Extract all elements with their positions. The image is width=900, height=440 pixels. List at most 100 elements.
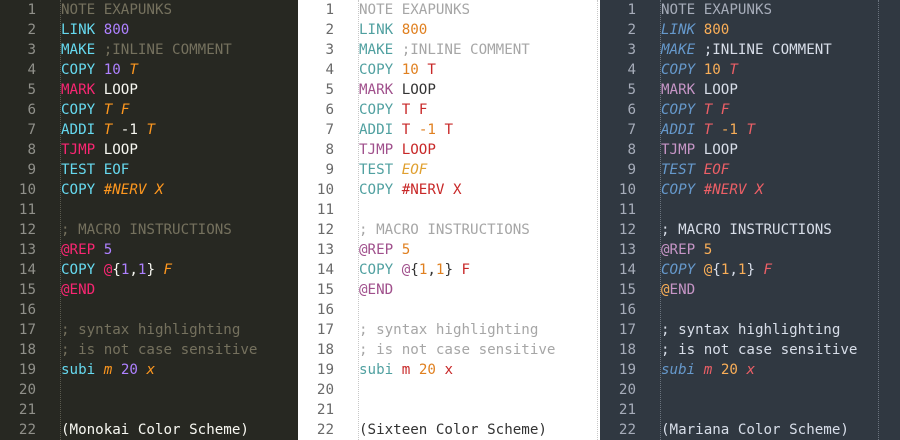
code-token: ADDI — [661, 122, 696, 138]
ruler-guide — [597, 0, 598, 440]
code-token: 5 — [703, 242, 713, 258]
code-token: EOF — [703, 162, 730, 178]
line-number: 14 — [618, 262, 636, 278]
code-token: MARK — [61, 82, 96, 98]
line-number: 21 — [618, 402, 636, 418]
code-token: @END — [61, 282, 96, 298]
code-token: #NERV — [103, 182, 147, 198]
code-token: , — [427, 262, 436, 278]
editor-pane-monokai[interactable]: 1 NOTE EXAPUNKS 2 LINK 800 3 MAKE ;INLINE COM… — [0, 0, 298, 440]
code-token: ;INLINE COMMENT — [393, 42, 530, 58]
line-number: 22 — [18, 422, 36, 438]
code-token: COPY — [661, 102, 696, 118]
code-token: -1 — [112, 122, 138, 138]
code-token: EOF — [95, 162, 130, 178]
code-token: X — [452, 182, 462, 198]
code-token: EOF — [401, 162, 428, 178]
code-token: REP — [69, 242, 96, 258]
code-token: 800 — [401, 22, 428, 38]
code-text: LINK 800 — [661, 20, 729, 40]
code-token: ;INLINE COMMENT — [695, 42, 832, 58]
code-token: MARK — [661, 82, 696, 98]
editor-pane-mariana[interactable]: 1 NOTE EXAPUNKS 2 LINK 800 3 MAKE ;INLINE COM… — [600, 0, 900, 440]
code-token: ; syntax highlighting — [661, 322, 841, 338]
code-text: COPY #NERV X — [359, 180, 462, 200]
code-token: TEST — [661, 162, 696, 178]
code-token: COPY — [61, 62, 96, 78]
code-token: 20 — [120, 362, 138, 378]
code-token: ADDI — [359, 122, 394, 138]
code-token: COPY — [61, 102, 96, 118]
code-token: X — [754, 182, 764, 198]
code-token: ADDI — [61, 122, 96, 138]
code-token: 10 — [703, 62, 721, 78]
code-token: x — [746, 362, 755, 378]
code-token: { — [112, 262, 121, 278]
code-text: COPY 10 T — [359, 60, 436, 80]
line-number: 7 — [627, 122, 636, 138]
code-token: ; MACRO INSTRUCTIONS — [61, 222, 232, 238]
code-token: @ — [61, 242, 70, 258]
line-number: 12 — [316, 222, 334, 238]
code-token: T — [401, 102, 411, 118]
code-token: T — [746, 122, 755, 138]
line-number: 11 — [618, 202, 636, 218]
code-token: ; MACRO INSTRUCTIONS — [359, 222, 530, 238]
code-text: ; syntax highlighting — [359, 320, 538, 340]
code-token: LOOP — [695, 142, 738, 158]
line-number: 15 — [618, 282, 636, 298]
line-number: 15 — [18, 282, 36, 298]
code-text: MARK LOOP — [61, 80, 138, 100]
code-token: 800 — [103, 22, 130, 38]
code-text: @END — [661, 280, 695, 300]
code-token: -1 — [720, 122, 738, 138]
line-number: 6 — [627, 102, 636, 118]
code-token: F — [418, 102, 428, 118]
line-number: 8 — [27, 142, 36, 158]
code-text: COPY T F — [661, 100, 729, 120]
code-token: #NERV — [703, 182, 747, 198]
code-token: F — [163, 262, 173, 278]
code-token: COPY — [61, 182, 96, 198]
line-number: 17 — [618, 322, 636, 338]
code-text: ; syntax highlighting — [61, 320, 240, 340]
code-token: 5 — [401, 242, 411, 258]
ruler-guide — [878, 0, 879, 440]
code-token: 20 — [418, 362, 436, 378]
line-number: 21 — [18, 402, 36, 418]
editor-pane-sixteen[interactable]: 1 NOTE EXAPUNKS 2 LINK 800 3 MAKE ;INLINE COM… — [298, 0, 600, 440]
line-number: 6 — [27, 102, 36, 118]
line-number: 10 — [18, 182, 36, 198]
code-token: COPY — [359, 102, 394, 118]
line-number: 4 — [27, 62, 36, 78]
code-token: LOOP — [393, 82, 436, 98]
code-text: MAKE ;INLINE COMMENT — [661, 40, 832, 60]
code-text: subi m 20 x — [359, 360, 453, 380]
code-text: (Sixteen Color Scheme) — [359, 420, 547, 440]
code-text: subi m 20 x — [61, 360, 155, 380]
code-text: TJMP LOOP — [61, 140, 138, 160]
line-number: 18 — [316, 342, 334, 358]
code-token: subi — [61, 362, 96, 378]
line-number: 5 — [627, 82, 636, 98]
line-number: 16 — [316, 302, 334, 318]
code-token: NOTE EXAPUNKS — [661, 2, 773, 18]
code-token: F — [461, 262, 471, 278]
line-number: 17 — [18, 322, 36, 338]
code-token: X — [154, 182, 164, 198]
